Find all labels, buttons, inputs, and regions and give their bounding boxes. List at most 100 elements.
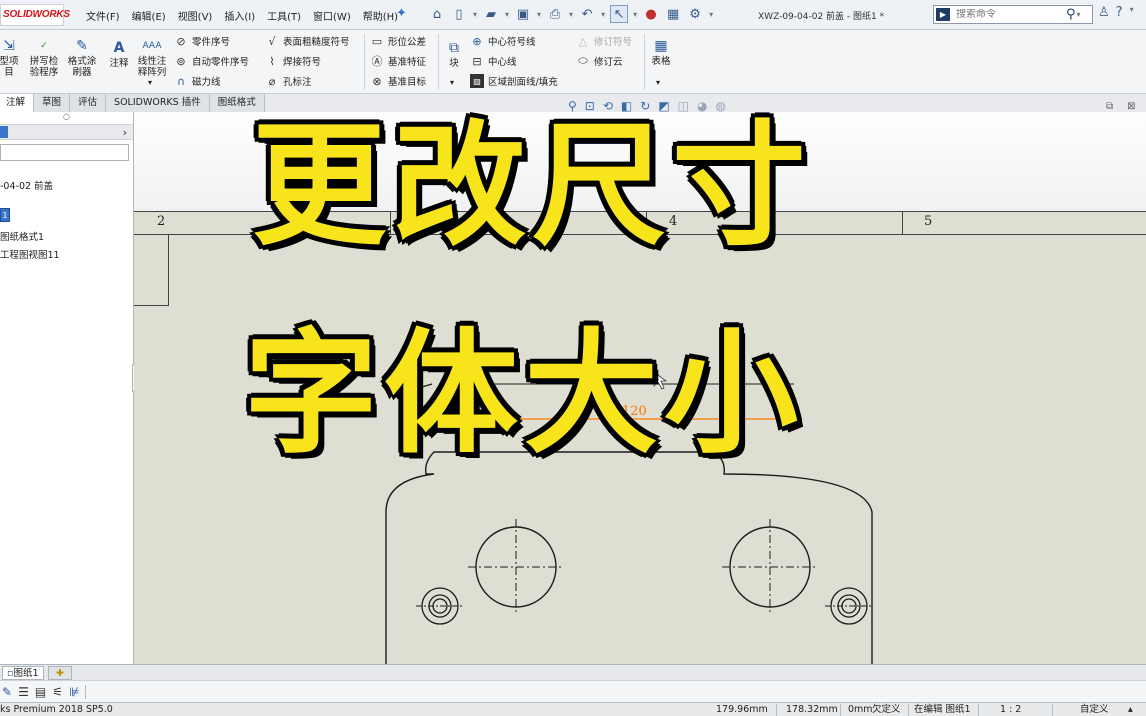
- table-icon: ▦: [654, 37, 668, 54]
- magnetic-line-button[interactable]: ∩ 磁力线: [174, 74, 221, 89]
- dropdown-arrow-icon[interactable]: ▾: [473, 10, 477, 19]
- dropdown-arrow-icon[interactable]: ▾: [709, 10, 713, 19]
- rebuild-icon[interactable]: ▦: [664, 5, 682, 23]
- part-outline[interactable]: [385, 451, 873, 664]
- tab-annotation[interactable]: 注解: [0, 94, 35, 112]
- options-gear-icon[interactable]: ⚙: [686, 5, 704, 23]
- solidworks-logo[interactable]: SOLIDWORKS: [0, 4, 70, 26]
- select-pointer-icon[interactable]: ↖: [610, 5, 629, 23]
- print-icon[interactable]: ⎙: [546, 5, 564, 23]
- linear-note-pattern-label: 线性注 释阵列: [137, 56, 167, 78]
- format-painter-button[interactable]: ✎ 格式涂 刷器: [64, 36, 100, 79]
- linear-note-pattern-button[interactable]: AAA 线性注 释阵列: [134, 36, 170, 79]
- dropdown-arrow-icon[interactable]: ▾: [601, 10, 605, 19]
- hole-callout-button[interactable]: ⌀ 孔标注: [265, 74, 312, 89]
- traffic-light-icon[interactable]: ●: [642, 5, 660, 23]
- save-icon[interactable]: ▣: [514, 5, 532, 23]
- spell-check-button[interactable]: ✓ 拼写检 验程序: [26, 36, 62, 79]
- hole-callout-label: 孔标注: [283, 77, 312, 88]
- weld-symbol-button[interactable]: ⌇ 焊接符号: [265, 54, 321, 69]
- add-sheet-button[interactable]: ✚: [48, 666, 72, 680]
- menu-insert[interactable]: 插入(I): [224, 8, 255, 23]
- tree-item-part[interactable]: -04-02 前盖: [0, 178, 53, 192]
- dropdown-arrow-icon[interactable]: ▾: [633, 10, 637, 19]
- ribbon-separator: [364, 34, 365, 90]
- datum-target-button[interactable]: ⊗ 基准目标: [370, 74, 426, 89]
- panel-tab-bar: ›: [0, 124, 133, 140]
- dropdown-arrow-icon[interactable]: ▾: [148, 78, 152, 87]
- user-icon[interactable]: ♙: [1098, 5, 1110, 20]
- tree-filter-field[interactable]: [0, 144, 129, 161]
- centerline-button[interactable]: ⊟ 中心线: [470, 54, 516, 69]
- search-box[interactable]: ▶ ⚲ ▾: [933, 5, 1093, 24]
- chevron-right-icon[interactable]: ›: [123, 126, 127, 139]
- block-button[interactable]: ⧉ 块: [443, 38, 465, 70]
- menu-help[interactable]: 帮助(H): [363, 8, 398, 23]
- dropdown-arrow-icon[interactable]: ▾: [505, 10, 509, 19]
- status-bar: ks Premium 2018 SP5.0 179.96mm 178.32mm …: [0, 702, 1146, 716]
- menu-tools[interactable]: 工具(T): [267, 8, 301, 23]
- new-document-icon[interactable]: ▯: [450, 5, 468, 23]
- table-button[interactable]: ▦ 表格: [648, 36, 674, 68]
- home-icon[interactable]: ⌂: [428, 5, 446, 23]
- tree-item-sheet-format[interactable]: 图纸格式1: [0, 229, 44, 243]
- revision-symbol-icon: △: [578, 34, 588, 48]
- close-window-icon[interactable]: ⊠: [1127, 101, 1135, 112]
- pin-icon[interactable]: ✦: [396, 6, 407, 21]
- undo-icon[interactable]: ↶: [578, 5, 596, 23]
- datum-feature-button[interactable]: Ⓐ 基准特征: [370, 54, 427, 68]
- dropdown-arrow-icon[interactable]: ▾: [569, 10, 573, 19]
- sketch-pencil-icon[interactable]: ✎: [2, 685, 12, 699]
- status-unit-system[interactable]: 自定义: [1080, 703, 1109, 716]
- surface-finish-button[interactable]: √ 表面粗糙度符号: [265, 34, 349, 49]
- dropdown-arrow-icon[interactable]: ▾: [450, 78, 454, 87]
- menu-window[interactable]: 窗口(W): [313, 8, 351, 23]
- status-separator: [776, 704, 777, 716]
- dropdown-arrow-icon[interactable]: ▾: [1130, 5, 1134, 20]
- auto-balloon-button[interactable]: ⊚ 自动零件序号: [174, 54, 249, 69]
- note-button[interactable]: A 注释: [105, 38, 133, 70]
- toolbar-separator: [85, 684, 87, 699]
- dropdown-arrow-icon[interactable]: ▾: [1077, 10, 1081, 19]
- model-items-button[interactable]: ⇲ 型项 目: [0, 36, 20, 79]
- tab-addins[interactable]: SOLIDWORKS 插件: [106, 94, 210, 112]
- status-scale[interactable]: 1 : 2: [1000, 703, 1021, 716]
- dropdown-arrow-icon[interactable]: ▾: [656, 78, 660, 87]
- overlay-title-line-2: 字体大小: [244, 314, 805, 472]
- menu-edit[interactable]: 编辑(E): [132, 8, 166, 23]
- line-format-icon[interactable]: ☰: [18, 685, 29, 699]
- balloon-icon: ⊘: [176, 34, 186, 48]
- line-thickness-icon[interactable]: ⚟: [52, 685, 63, 699]
- dropdown-arrow-icon[interactable]: ▾: [537, 10, 541, 19]
- search-input[interactable]: [956, 9, 1066, 20]
- sheet-tab-1[interactable]: ▫图纸1: [2, 666, 44, 680]
- revision-cloud-button[interactable]: ⬭ 修订云: [576, 54, 622, 68]
- gtol-button[interactable]: ▭ 形位公差: [370, 34, 426, 49]
- area-hatch-label: 区域剖面线/填充: [488, 77, 558, 88]
- tab-evaluate[interactable]: 评估: [70, 94, 107, 112]
- line-style-icon[interactable]: ▤: [35, 685, 46, 699]
- balloon-button[interactable]: ⊘ 零件序号: [174, 34, 230, 49]
- feature-tree-tab[interactable]: [0, 126, 8, 138]
- search-icon[interactable]: ⚲: [1066, 7, 1076, 22]
- open-folder-icon[interactable]: ▰: [482, 5, 500, 23]
- menu-view[interactable]: 视图(V): [178, 8, 213, 23]
- tree-item-drawing-view[interactable]: 工程图视图11: [0, 247, 60, 261]
- dropdown-arrow-icon[interactable]: ▴: [1128, 703, 1133, 716]
- tree-item-sheet-icon[interactable]: 1: [0, 208, 10, 222]
- menu-file[interactable]: 文件(F): [86, 8, 120, 23]
- tab-sketch[interactable]: 草图: [34, 94, 71, 112]
- center-mark-button[interactable]: ⊕ 中心符号线: [470, 34, 535, 49]
- restore-window-icon[interactable]: ⧉: [1106, 101, 1113, 112]
- weld-symbol-icon: ⌇: [269, 54, 275, 68]
- help-icon[interactable]: ?: [1116, 5, 1123, 20]
- status-definition: 欠定义: [872, 704, 901, 715]
- layer-icon[interactable]: ⊯: [69, 685, 79, 699]
- center-mark-icon: ⊕: [472, 34, 482, 48]
- panel-grip-icon[interactable]: ○: [0, 112, 133, 124]
- revision-symbol-button[interactable]: △ 修订符号: [576, 34, 632, 49]
- area-hatch-button[interactable]: ▨ 区域剖面线/填充: [470, 74, 558, 88]
- sheet-tab-label: 图纸1: [13, 668, 39, 679]
- quick-access-toolbar: ⌂ ▯ ▾ ▰ ▾ ▣ ▾ ⎙ ▾ ↶ ▾ ↖ ▾ ● ▦ ⚙ ▾: [428, 5, 714, 23]
- status-editing: 在编辑 图纸1: [914, 704, 971, 715]
